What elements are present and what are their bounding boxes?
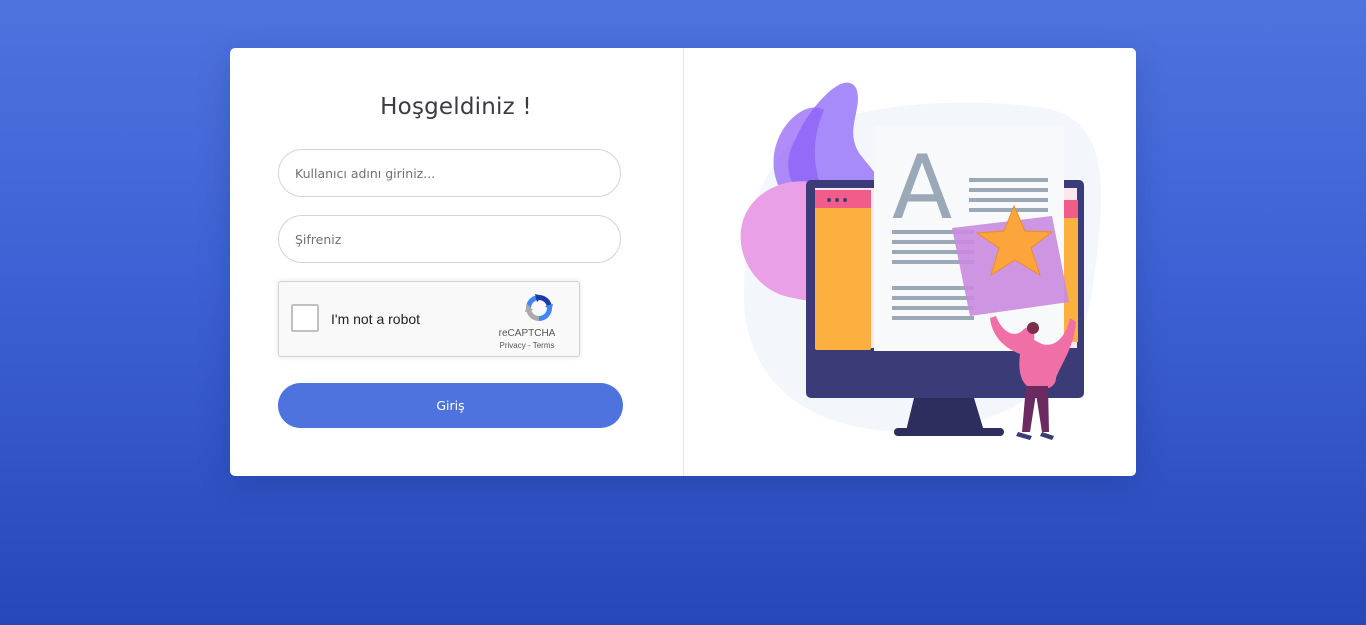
recaptcha-links: Privacy - Terms: [487, 341, 567, 350]
recaptcha-widget: I'm not a robot reCAPTCHA Privacy - Term…: [278, 281, 580, 357]
recaptcha-terms-link[interactable]: Terms: [533, 341, 555, 350]
recaptcha-brand: reCAPTCHA: [498, 328, 556, 339]
document-illustration: A: [740, 82, 1102, 440]
recaptcha-logo-icon: [525, 294, 553, 321]
login-button[interactable]: Giriş: [278, 383, 623, 428]
recaptcha-checkbox[interactable]: [291, 304, 319, 332]
recaptcha-link-separator: -: [525, 341, 533, 350]
password-input[interactable]: [278, 215, 621, 263]
username-input[interactable]: [278, 149, 621, 197]
login-form-panel: Hoşgeldiniz ! I'm not a robot reCAPTCHA …: [230, 48, 684, 476]
recaptcha-privacy-link[interactable]: Privacy: [500, 341, 526, 350]
illustration-panel: A: [684, 48, 1136, 476]
document-letter: A: [892, 136, 952, 239]
login-card: Hoşgeldiniz ! I'm not a robot reCAPTCHA …: [230, 48, 1136, 476]
welcome-title: Hoşgeldiniz !: [380, 94, 532, 120]
recaptcha-label: I'm not a robot: [331, 311, 421, 327]
